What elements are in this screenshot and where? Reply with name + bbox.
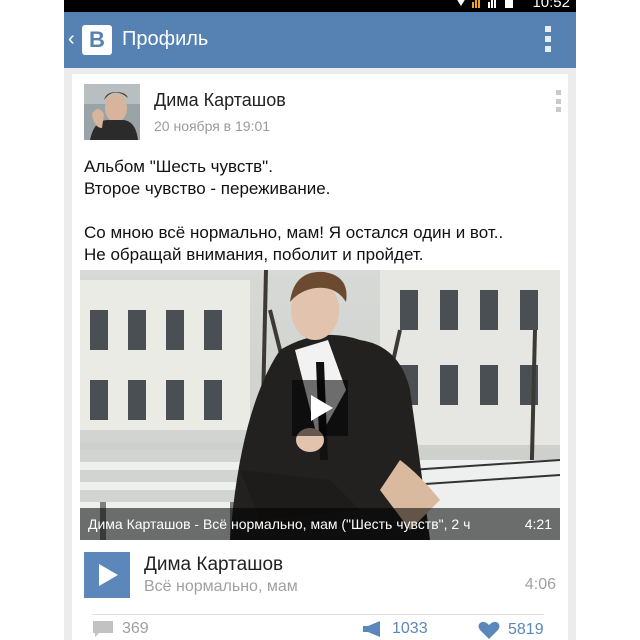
post-text-line: Со мною всё нормально, мам! Я остался од… <box>84 223 504 242</box>
audio-track-title: Всё нормально, мам <box>144 578 298 595</box>
audio-artist: Дима Карташов <box>144 554 284 575</box>
video-attachment[interactable]: Дима Карташов - Всё нормально, мам ("Шес… <box>80 270 560 540</box>
comments-count: 369 <box>122 620 149 637</box>
phone-screen: 10:52 ‹ B Профиль Дима Карташов 20 ноябр… <box>64 0 576 640</box>
post-text: Альбом "Шесть чувств". Второе чувство - … <box>84 156 554 266</box>
post-text-line: Второе чувство - переживание. <box>84 179 331 198</box>
video-title: Дима Карташов - Всё нормально, мам ("Шес… <box>88 516 471 532</box>
share-button[interactable]: 1033 <box>362 620 428 638</box>
signal-icon <box>472 0 480 8</box>
status-bar: 10:52 <box>64 0 576 12</box>
post-date: 20 ноября в 19:01 <box>154 118 271 134</box>
video-caption-bar: Дима Карташов - Всё нормально, мам ("Шес… <box>80 508 560 540</box>
comment-icon <box>93 621 113 637</box>
shares-count: 1033 <box>392 620 428 637</box>
audio-duration: 4:06 <box>524 576 556 593</box>
avatar[interactable] <box>84 84 140 140</box>
audio-attachment[interactable]: Дима Карташов Всё нормально, мам 4:06 <box>80 548 560 612</box>
battery-icon <box>505 0 513 8</box>
wifi-icon <box>457 0 465 6</box>
signal-icon-2 <box>488 0 496 8</box>
post-menu-icon[interactable] <box>556 90 562 112</box>
post-text-gap <box>84 200 554 222</box>
audio-play-icon[interactable] <box>84 552 130 598</box>
comments-button[interactable]: 369 <box>92 620 149 638</box>
chevron-left-icon[interactable]: ‹ <box>68 29 75 49</box>
post-actions: 369 1033 5819 <box>72 620 568 640</box>
likes-count: 5819 <box>508 621 544 638</box>
like-button[interactable]: 5819 <box>478 620 544 640</box>
post-author[interactable]: Дима Карташов <box>154 90 286 111</box>
video-play-icon[interactable] <box>292 380 348 436</box>
page-title: Профиль <box>122 28 209 50</box>
heart-icon <box>478 621 500 639</box>
overflow-menu-icon[interactable] <box>544 26 552 52</box>
vk-logo[interactable]: B <box>82 25 112 55</box>
video-duration: 4:21 <box>524 516 552 532</box>
post-card: Дима Карташов 20 ноября в 19:01 Альбом "… <box>72 74 568 640</box>
status-time: 10:52 <box>532 0 570 11</box>
status-icons <box>456 0 514 10</box>
app-bar: ‹ B Профиль <box>64 12 576 68</box>
post-text-line: Альбом "Шесть чувств". <box>84 157 273 176</box>
megaphone-icon <box>363 621 380 637</box>
divider <box>92 614 544 615</box>
post-text-line: Не обращай внимания, поболит и пройдет. <box>84 245 424 264</box>
